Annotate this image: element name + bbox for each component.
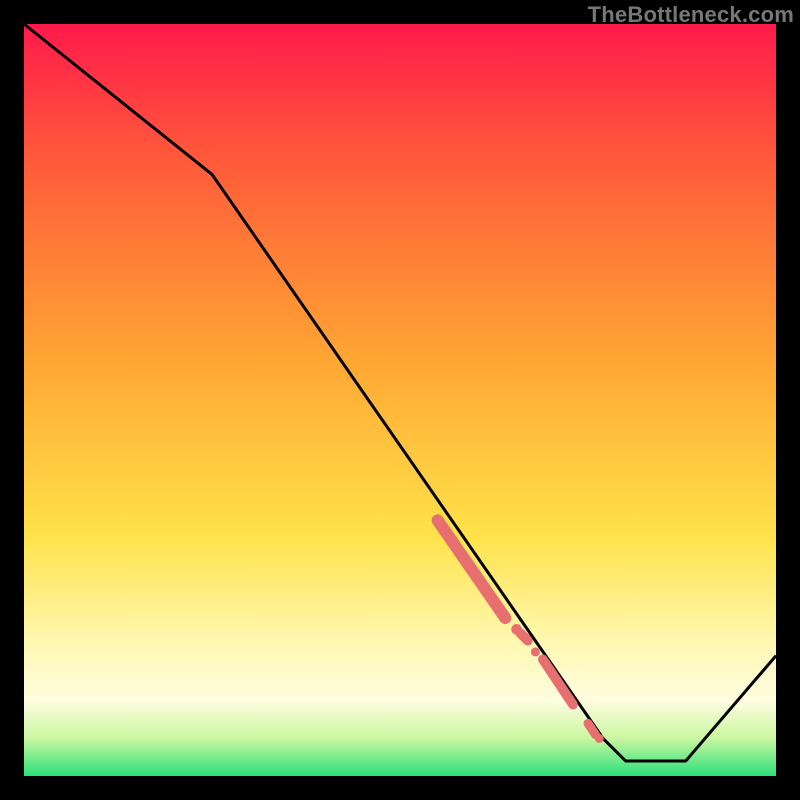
highlight-point — [595, 734, 604, 743]
highlight-segment — [588, 723, 596, 734]
watermark-label: TheBottleneck.com — [588, 2, 794, 28]
highlight-segment — [520, 633, 528, 641]
bottleneck-chart — [24, 24, 776, 776]
highlight-point — [531, 647, 540, 656]
highlight-point — [511, 624, 522, 635]
heat-gradient-background — [24, 24, 776, 776]
chart-frame — [24, 24, 776, 776]
